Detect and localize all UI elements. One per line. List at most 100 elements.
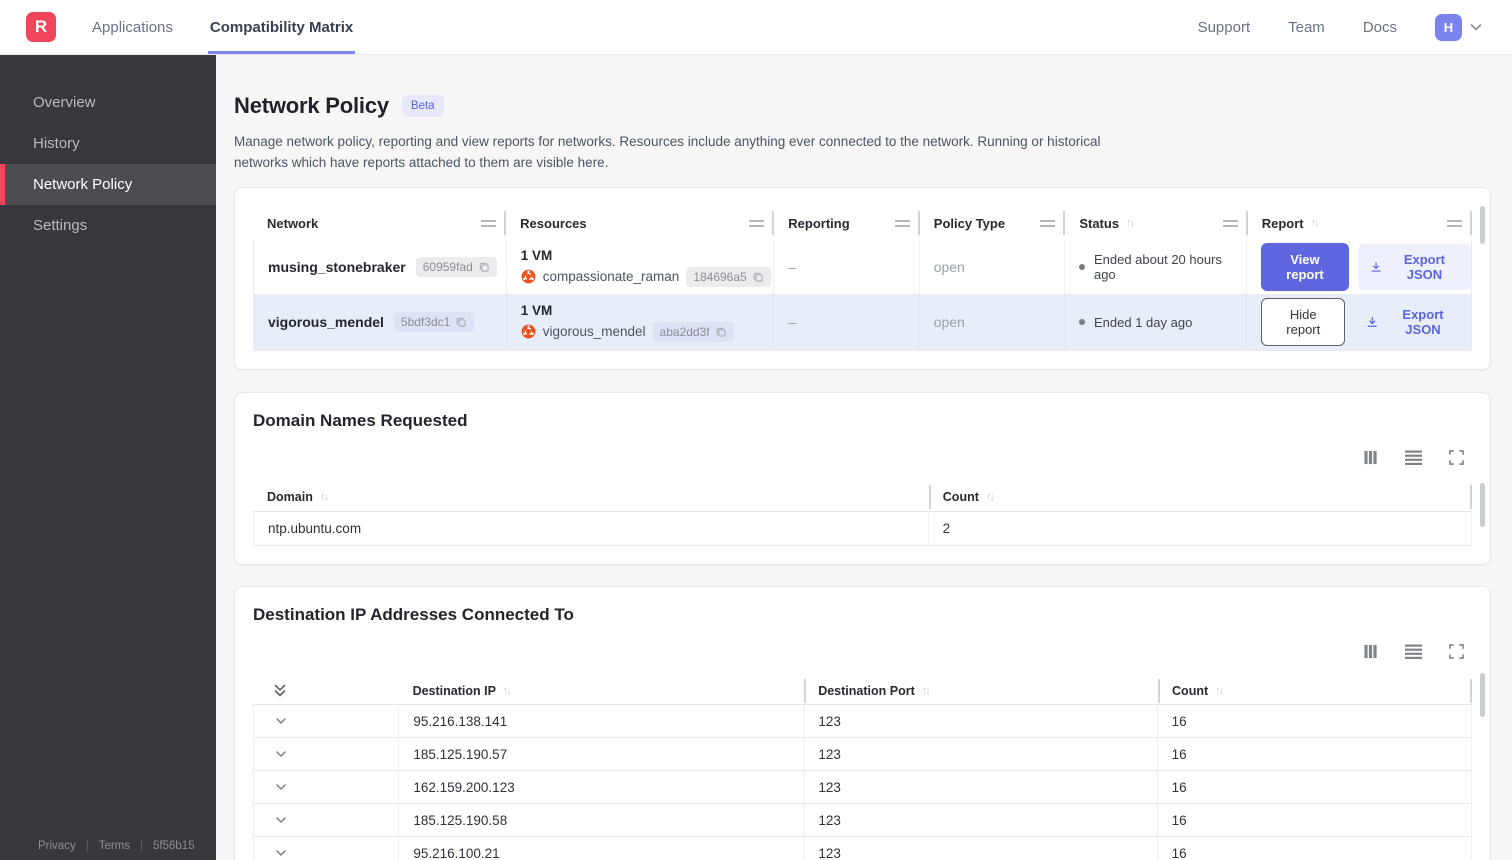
destination-port-cell: 123 [804, 705, 1158, 737]
column-header-network[interactable]: Network [253, 206, 507, 240]
destination-port-cell: 123 [804, 837, 1158, 860]
sidebar-item[interactable]: History [0, 123, 216, 164]
sort-icon[interactable]: ↑↓ [1311, 217, 1320, 229]
expand-row-chevron-icon[interactable] [274, 846, 288, 860]
view-report-button[interactable]: View report [1261, 243, 1349, 291]
docs-link[interactable]: Docs [1363, 19, 1397, 36]
footer-divider: | [85, 840, 89, 852]
column-resize-handle[interactable] [749, 219, 765, 227]
network-name: vigorous_mendel [268, 314, 384, 330]
tab-applications[interactable]: Applications [90, 0, 175, 54]
user-menu[interactable]: H [1435, 13, 1484, 41]
ip-row[interactable]: 95.216.138.141 123 16 [253, 705, 1472, 738]
count-cell: 16 [1171, 746, 1187, 762]
resource-id-pill[interactable]: aba2dd3f [652, 321, 734, 342]
resource-id-pill[interactable]: 184696a5 [686, 266, 771, 287]
status-cell: Ended 1 day ago [1065, 295, 1248, 349]
sort-icon[interactable]: ↑↓ [1126, 217, 1135, 229]
copy-icon [457, 317, 466, 327]
column-header-count[interactable]: Count ↑↓ [928, 482, 1472, 511]
download-icon [1368, 316, 1378, 327]
expander-cell [254, 837, 400, 860]
expand-row-chevron-icon[interactable] [274, 747, 288, 761]
export-json-button[interactable]: Export JSON [1354, 299, 1471, 345]
column-header-report[interactable]: Report ↑↓ [1248, 206, 1472, 240]
column-header-resources[interactable]: Resources [506, 206, 775, 240]
brand-logo[interactable]: R [26, 12, 56, 42]
column-resize-handle[interactable] [1222, 219, 1238, 227]
sidebar-item[interactable]: Settings [0, 205, 216, 246]
network-row-musing-stonebraker[interactable]: musing_stonebraker 60959fad 1 VM compass… [254, 240, 1472, 295]
privacy-link[interactable]: Privacy [38, 840, 76, 852]
team-link[interactable]: Team [1288, 19, 1325, 36]
table-scrollbar[interactable] [1480, 206, 1485, 244]
sort-icon[interactable]: ↑↓ [503, 685, 512, 697]
policy-type-cell: open [920, 295, 1066, 349]
ip-row[interactable]: 162.159.200.123 123 16 [253, 771, 1472, 804]
hide-report-button[interactable]: Hide report [1261, 298, 1346, 346]
destination-port-cell: 123 [804, 804, 1158, 836]
columns-icon[interactable] [1363, 450, 1378, 465]
expand-row-chevron-icon[interactable] [274, 714, 288, 728]
column-resize-handle[interactable] [1447, 219, 1462, 227]
column-header-destination-ip[interactable]: Destination IP ↑↓ [399, 677, 805, 704]
column-header-domain[interactable]: Domain ↑↓ [253, 482, 929, 511]
column-resize-handle[interactable] [1040, 219, 1056, 227]
sidebar-item[interactable]: Network Policy [0, 164, 216, 205]
table-scrollbar[interactable] [1480, 673, 1485, 717]
top-navbar: R Applications Compatibility Matrix Supp… [0, 0, 1512, 55]
column-header-status[interactable]: Status ↑↓ [1065, 206, 1248, 240]
rows-icon[interactable] [1405, 450, 1422, 465]
column-header-count[interactable]: Count ↑↓ [1158, 677, 1472, 704]
network-id-pill[interactable]: 60959fad [415, 257, 497, 277]
sort-icon[interactable]: ↑↓ [986, 491, 995, 503]
sidebar-item-label: Network Policy [33, 176, 133, 193]
sort-icon[interactable]: ↑↓ [320, 491, 329, 503]
footer-divider: | [140, 840, 144, 852]
sidebar: Overview History Network Policy Settings… [0, 55, 216, 860]
ips-table: Destination IP ↑↓ Destination Port ↑↓ Co… [253, 677, 1472, 860]
sort-icon[interactable]: ↑↓ [922, 685, 931, 697]
sidebar-item-label: Settings [33, 217, 88, 234]
column-resize-handle[interactable] [894, 219, 910, 227]
fullscreen-icon[interactable] [1449, 449, 1464, 465]
page-description: Manage network policy, reporting and vie… [234, 134, 1101, 170]
expand-row-chevron-icon[interactable] [274, 813, 288, 827]
columns-icon[interactable] [1363, 644, 1378, 659]
avatar[interactable]: H [1435, 13, 1462, 41]
count-cell: 16 [1171, 845, 1187, 860]
terms-link[interactable]: Terms [99, 840, 130, 852]
ip-row[interactable]: 95.216.100.21 123 16 [253, 837, 1472, 860]
sort-icon[interactable]: ↑↓ [1215, 685, 1224, 697]
copy-icon [716, 327, 726, 337]
tab-compatibility-matrix[interactable]: Compatibility Matrix [207, 0, 356, 54]
expand-all-header[interactable] [253, 677, 399, 704]
sidebar-nav: Overview History Network Policy Settings [0, 82, 216, 246]
table-scrollbar[interactable] [1480, 483, 1485, 527]
expand-row-chevron-icon[interactable] [274, 780, 288, 794]
ip-row[interactable]: 185.125.190.58 123 16 [253, 804, 1472, 837]
column-divider [1158, 678, 1161, 703]
navbar-right: Support Team Docs H [1198, 0, 1512, 54]
status-dot-icon [1079, 319, 1086, 325]
count-cell: 16 [1171, 779, 1187, 795]
copy-icon [753, 272, 763, 282]
fullscreen-icon[interactable] [1449, 643, 1464, 659]
support-link[interactable]: Support [1198, 19, 1251, 36]
column-header-policy-type[interactable]: Policy Type [920, 206, 1066, 240]
destination-port-cell: 123 [804, 738, 1158, 770]
rows-icon[interactable] [1405, 644, 1422, 659]
network-id-pill[interactable]: 5bdf3dc1 [393, 312, 475, 332]
column-header-destination-port[interactable]: Destination Port ↑↓ [804, 677, 1158, 704]
primary-tabs: Applications Compatibility Matrix [90, 0, 388, 54]
sidebar-item[interactable]: Overview [0, 82, 216, 123]
sidebar-item-label: History [33, 135, 80, 152]
network-row-vigorous-mendel[interactable]: vigorous_mendel 5bdf3dc1 1 VM vigorous_m… [254, 295, 1471, 350]
export-json-button[interactable]: Export JSON [1357, 244, 1472, 290]
expander-cell [254, 771, 400, 803]
domain-row[interactable]: ntp.ubuntu.com 2 [253, 512, 1472, 546]
sidebar-item-label: Overview [33, 94, 96, 111]
column-header-reporting[interactable]: Reporting [774, 206, 920, 240]
column-resize-handle[interactable] [481, 219, 497, 227]
ip-row[interactable]: 185.125.190.57 123 16 [253, 738, 1472, 771]
